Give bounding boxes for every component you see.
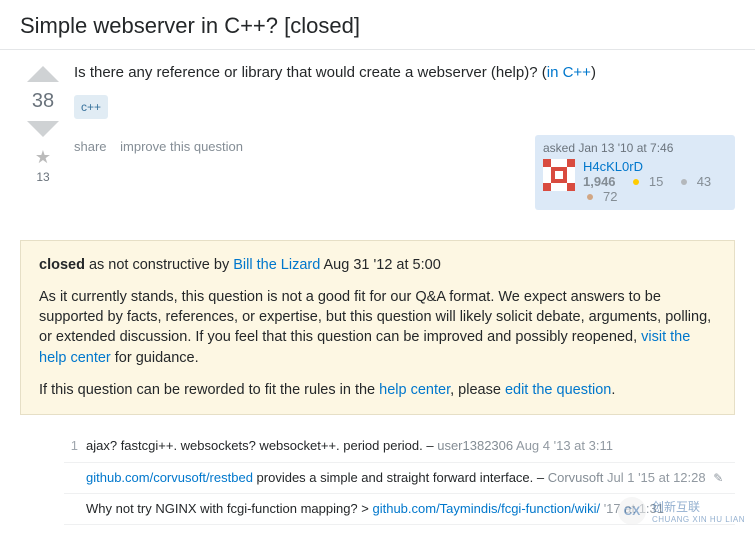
- owner-reputation: 1,946: [583, 174, 616, 189]
- question-title: Simple webserver in C++? [closed]: [20, 12, 735, 41]
- silver-badge-icon: [681, 179, 687, 185]
- comment-row: 1 ajax? fastcgi++. websockets? websocket…: [64, 431, 735, 462]
- post-menu: share improve this question asked Jan 13…: [74, 139, 735, 210]
- comment-date: Aug 4 '13 at 3:11: [516, 438, 613, 453]
- tag-list: c++: [74, 83, 735, 131]
- comment-user: user1382306: [437, 438, 513, 453]
- vote-cell: 38 ★ 13: [20, 62, 66, 210]
- comment-link[interactable]: github.com/Taymindis/fcgi-function/wiki/: [372, 501, 600, 516]
- comment-date: Jul 1 '15 at 12:28: [607, 470, 706, 485]
- favorite-star-icon[interactable]: ★: [20, 147, 66, 168]
- bronze-badge-icon: [587, 194, 593, 200]
- edit-pencil-icon: ✎: [713, 471, 723, 485]
- owner-signature: asked Jan 13 '10 at 7:46 H4cKL0rD 1,946: [535, 135, 735, 210]
- avatar[interactable]: [543, 159, 575, 191]
- in-cpp-link[interactable]: in C++: [547, 64, 591, 81]
- comment-link[interactable]: github.com/corvusoft/restbed: [86, 470, 253, 485]
- comment-score: [64, 500, 86, 518]
- watermark: CX 创新互联 CHUANG XIN HU LIAN: [618, 497, 745, 525]
- gold-badge-icon: [633, 179, 639, 185]
- comment-user-link[interactable]: Corvusoft: [548, 470, 604, 485]
- comment-score: 1: [64, 437, 86, 455]
- help-center-link[interactable]: help center: [379, 382, 450, 398]
- watermark-logo: CX: [618, 497, 646, 525]
- downvote-button[interactable]: [27, 121, 59, 137]
- favorite-count: 13: [20, 170, 66, 184]
- closed-notice: closed as not constructive by Bill the L…: [20, 240, 735, 416]
- asked-time: asked Jan 13 '10 at 7:46: [543, 141, 727, 155]
- closed-label: closed: [39, 257, 85, 273]
- closer-user-link[interactable]: Bill the Lizard: [233, 257, 320, 273]
- identicon-icon: [543, 159, 575, 191]
- comment-score: [64, 469, 86, 487]
- tag-cpp[interactable]: c++: [74, 95, 108, 119]
- improve-question-link[interactable]: improve this question: [120, 139, 243, 154]
- owner-username-link[interactable]: H4cKL0rD: [583, 159, 643, 174]
- upvote-button[interactable]: [27, 66, 59, 82]
- vote-count: 38: [20, 86, 66, 117]
- comment-row: github.com/corvusoft/restbed provides a …: [64, 463, 735, 494]
- question-body: Is there any reference or library that w…: [74, 62, 735, 83]
- share-link[interactable]: share: [74, 139, 107, 154]
- edit-question-link[interactable]: edit the question: [505, 382, 611, 398]
